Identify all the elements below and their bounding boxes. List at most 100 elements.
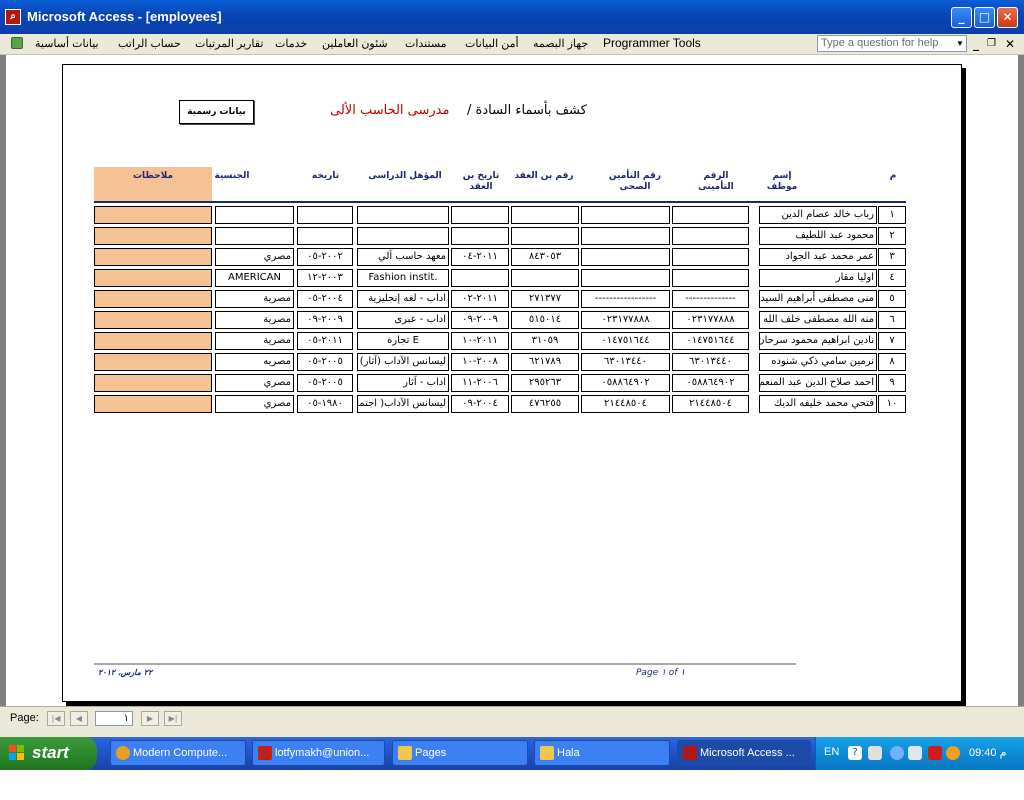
cell-qualification	[357, 206, 449, 224]
menu-item-data-security[interactable]: أمن البيانات	[465, 37, 519, 50]
close-button[interactable]: ✕	[997, 7, 1018, 28]
help-placeholder: Type a question for help	[821, 37, 939, 49]
cell-date	[297, 206, 353, 224]
cell-contract-no	[511, 269, 579, 287]
cell-contract-date: ٢٠٠٨-١٠	[451, 353, 509, 371]
status-gap	[0, 729, 1024, 737]
cell-insurance-no	[672, 227, 749, 245]
cell-contract-no: ٢٧١٣٧٧	[511, 290, 579, 308]
help-icon[interactable]: ?	[848, 746, 862, 760]
task-label: Pages	[415, 747, 447, 759]
header-qualification: المؤهل الدراسى	[368, 171, 442, 181]
header-contract-no: رقم بن العقد	[514, 171, 574, 181]
menu-item-documents[interactable]: مستندات	[405, 37, 447, 50]
header-insurance-no: الرقم التأمينى	[698, 171, 734, 192]
cell-notes	[94, 395, 212, 413]
cell-qualification: Fashion instit.	[357, 269, 449, 287]
menu-item-programmer-tools[interactable]: Programmer Tools	[603, 36, 701, 50]
cell-num: ١	[878, 206, 906, 224]
access-icon	[683, 746, 697, 760]
task-filezilla[interactable]: lotfymakh@union...	[252, 740, 385, 766]
chrome-icon	[116, 746, 130, 760]
cell-num: ٢	[878, 227, 906, 245]
menu-item-salary-calc[interactable]: حساب الراتب	[118, 37, 181, 50]
task-label: Microsoft Access ...	[700, 747, 795, 759]
menu-bar: بيانات أساسية حساب الراتب تقارير المرتبا…	[0, 34, 1024, 55]
cell-qualification	[357, 227, 449, 245]
below-taskbar	[0, 770, 1024, 800]
cell-notes	[94, 353, 212, 371]
cell-qualification: اداب - عبرى	[357, 311, 449, 329]
cell-contract-date: ٢٠١١-٠٢	[451, 290, 509, 308]
cell-qualification: اداب - لغه إنجليزية	[357, 290, 449, 308]
menu-item-salary-reports[interactable]: تقارير المرتبات	[195, 37, 263, 50]
menu-item-employee-affairs[interactable]: شئون العاملين	[322, 37, 388, 50]
cell-contract-date	[451, 227, 509, 245]
language-indicator[interactable]: EN	[824, 746, 839, 758]
cell-contract-date	[451, 206, 509, 224]
header-date: تاريخه	[311, 171, 340, 181]
network-icon[interactable]	[868, 746, 882, 760]
window-title: Microsoft Access - [employees]	[27, 9, 222, 24]
cell-insurance-no: ٠٥٨٨٦٤٩٠٢	[672, 374, 749, 392]
header-name: إسم موظف	[766, 171, 798, 192]
menu-item-fingerprint[interactable]: جهاز البصمه	[533, 37, 588, 50]
antivirus-icon[interactable]	[946, 746, 960, 760]
page-number-input[interactable]: ١	[95, 711, 133, 726]
task-access[interactable]: Microsoft Access ...	[677, 740, 811, 766]
cell-nationality: AMERICAN	[215, 269, 294, 287]
cell-notes	[94, 269, 212, 287]
monitor-icon[interactable]	[908, 746, 922, 760]
task-chrome[interactable]: Modern Compute...	[110, 740, 246, 766]
cell-qualification: تجارة E	[357, 332, 449, 350]
cell-notes	[94, 227, 212, 245]
cell-contract-date: ٢٠١١-١٠	[451, 332, 509, 350]
cell-health-no: ٠١٤٧٥١٦٤٤	[581, 332, 670, 350]
chevron-left-icon[interactable]	[890, 746, 904, 760]
windows-flag-icon	[9, 745, 24, 760]
mdi-close-button[interactable]: ✕	[1005, 37, 1015, 51]
cell-insurance-no: --------------	[672, 290, 749, 308]
cell-qualification: معهد حاسب آلي	[357, 248, 449, 266]
cell-insurance-no	[672, 248, 749, 266]
cell-name: رباب خالد عصام الدين	[759, 206, 877, 224]
menu-item-services[interactable]: خدمات	[275, 37, 307, 50]
cell-contract-no: ٥١٥٠١٤	[511, 311, 579, 329]
next-page-button[interactable]: ▶	[141, 711, 159, 726]
task-pages-folder[interactable]: Pages	[392, 740, 528, 766]
maximize-button[interactable]: □	[974, 7, 995, 28]
cell-contract-no: ٢٩٥٢٦٣	[511, 374, 579, 392]
access-app-icon[interactable]: ⌕	[5, 9, 21, 25]
cell-name: منه الله مصطفى خلف الله	[759, 311, 877, 329]
database-icon[interactable]	[11, 37, 23, 49]
last-page-button[interactable]: ▶|	[164, 711, 182, 726]
mdi-minimize-button[interactable]: _	[973, 37, 979, 51]
cell-health-no: ٠٥٨٨٦٤٩٠٢	[581, 374, 670, 392]
shield-icon[interactable]	[928, 746, 942, 760]
task-hala-folder[interactable]: Hala	[534, 740, 670, 766]
start-button[interactable]: start	[0, 737, 97, 770]
menu-item-basic-data[interactable]: بيانات أساسية	[35, 37, 99, 50]
help-search-input[interactable]: Type a question for help ▼	[817, 35, 967, 52]
footer-rule	[94, 663, 796, 665]
taskbar: start Modern Compute... lotfymakh@union.…	[0, 737, 1024, 770]
cell-name: احمد صلاح الدين عبد المنعم	[759, 374, 877, 392]
cell-date: ٢٠٠٥-٠٥	[297, 374, 353, 392]
mdi-restore-button[interactable]: ❐	[987, 38, 996, 49]
header-notes: ملاحظات	[132, 171, 174, 181]
cell-contract-no: ٨٤٣٠٥٣	[511, 248, 579, 266]
footer-page: Page ١ of ١	[636, 668, 686, 678]
task-label: Modern Compute...	[133, 747, 228, 759]
filezilla-icon	[258, 746, 272, 760]
cell-qualification: ليسانس الآداب( اجتماع)	[357, 395, 449, 413]
minimize-button[interactable]: _	[951, 7, 972, 28]
first-page-button[interactable]: |◀	[47, 711, 65, 726]
report-title-prefix: كشف بأسماء السادة /	[467, 103, 587, 118]
start-label: start	[32, 743, 69, 762]
chevron-down-icon[interactable]: ▼	[954, 36, 966, 51]
cell-notes	[94, 374, 212, 392]
cell-name: نرمين سامي ذكي شنوده	[759, 353, 877, 371]
official-data-button[interactable]: بيانات رسمية	[179, 100, 254, 124]
previous-page-button[interactable]: ◀	[70, 711, 88, 726]
header-nationality: الجنسية	[214, 171, 250, 181]
